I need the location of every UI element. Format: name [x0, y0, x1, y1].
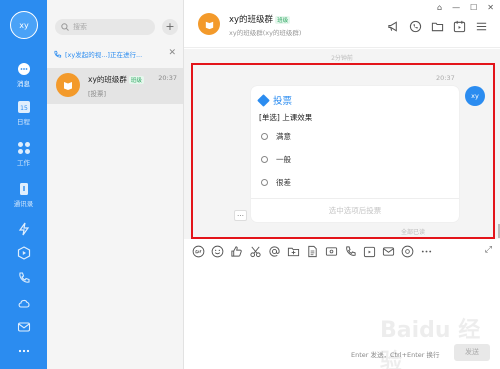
close-icon[interactable]: ✕: [168, 48, 176, 58]
vote-title: 投票: [257, 93, 292, 107]
rail-item-messages[interactable]: 消息: [0, 62, 47, 88]
vote-question: [单选] 上课效果: [259, 113, 313, 122]
rail-label-calendar: 日程: [17, 118, 30, 126]
expand-icon[interactable]: ⤢: [485, 245, 492, 255]
contacts-icon: [19, 183, 28, 195]
cloud-icon: [18, 299, 30, 308]
read-status: 全部已读: [401, 229, 426, 236]
chat-subtitle: xy的班级群(xy的班级群): [229, 29, 302, 37]
megaphone-icon[interactable]: [387, 20, 400, 33]
rail-item-mail[interactable]: [0, 320, 47, 336]
more-options-button[interactable]: …: [234, 210, 247, 221]
vote-submit-button[interactable]: 选中选项后投票: [251, 198, 459, 222]
rail-label-contacts: 通讯录: [13, 200, 34, 208]
chat-header: xy的班级群 班级 xy的班级群(xy的班级群): [184, 0, 500, 48]
chat-icon: [17, 63, 30, 75]
add-button[interactable]: +: [162, 19, 178, 35]
folder-icon[interactable]: [287, 245, 300, 258]
calendar-badge: 15: [20, 105, 28, 112]
phone-icon[interactable]: [409, 20, 422, 33]
class-tag: 班级: [128, 76, 144, 84]
conversation-list: 搜索 + [xy发起的视...]正在进行... ✕ xy的班级群 班级 20:37…: [47, 0, 184, 369]
vote-icon: [257, 93, 270, 107]
scissors-icon[interactable]: [249, 245, 262, 258]
rail-item-phone[interactable]: [0, 271, 47, 287]
rail-item-cloud[interactable]: [0, 296, 47, 312]
watermark: Baidu 经验: [380, 318, 481, 369]
meeting-banner[interactable]: [xy发起的视...]正在进行... ✕: [47, 46, 183, 62]
card-icon[interactable]: [325, 245, 338, 258]
folder-icon[interactable]: [431, 20, 444, 33]
more-icon[interactable]: [420, 245, 433, 258]
conversation-preview: [投票]: [88, 90, 107, 98]
play-icon: [17, 246, 30, 260]
mention-icon[interactable]: [268, 245, 281, 258]
emoji-icon[interactable]: [211, 245, 224, 258]
time-separator: 2分钟前: [331, 55, 353, 62]
rail-item-lightning[interactable]: [0, 222, 47, 238]
vote-card: 投票 [单选] 上课效果 满意 一般 很差 选中选项后投票: [251, 86, 459, 222]
message-time: 20:37: [436, 74, 455, 82]
gif-icon[interactable]: [192, 245, 205, 258]
group-logo: [56, 73, 80, 97]
chat-title[interactable]: xy的班级群 班级: [229, 13, 291, 25]
red-packet-icon[interactable]: [401, 245, 414, 258]
book-icon: [205, 21, 213, 29]
radio-button[interactable]: [261, 133, 268, 140]
phone-icon: [18, 272, 30, 283]
rail-item-more[interactable]: [0, 344, 47, 360]
calendar-icon: 15: [17, 101, 30, 113]
more-icon: [18, 349, 29, 353]
header-tools: [387, 20, 488, 33]
conversation-name: xy的班级群 班级: [88, 75, 144, 84]
phone-icon: [54, 50, 62, 58]
mail-icon[interactable]: [382, 245, 395, 258]
rail-label-messages: 消息: [17, 80, 30, 88]
vote-option[interactable]: 一般: [261, 154, 291, 165]
banner-text: [xy发起的视...]正在进行...: [65, 51, 143, 59]
user-avatar[interactable]: xy: [10, 11, 38, 39]
calendar-icon[interactable]: [453, 20, 466, 33]
rail-item-contacts[interactable]: 通讯录: [0, 182, 47, 208]
radio-button[interactable]: [261, 179, 268, 186]
lightning-icon: [18, 222, 29, 236]
video-icon[interactable]: [363, 245, 376, 258]
vote-option[interactable]: 很差: [261, 177, 291, 188]
sender-avatar[interactable]: xy: [465, 86, 485, 106]
conversation-item[interactable]: xy的班级群 班级 20:37 [投票]: [47, 68, 183, 104]
vote-option[interactable]: 满意: [261, 131, 291, 142]
search-placeholder: 搜索: [73, 23, 87, 31]
group-logo: [198, 13, 220, 35]
book-icon: [64, 82, 72, 90]
search-input[interactable]: 搜索: [55, 19, 155, 35]
thumbs-up-icon[interactable]: [230, 245, 243, 258]
document-icon[interactable]: [306, 245, 319, 258]
rail-item-play[interactable]: [0, 246, 47, 262]
search-icon: [61, 23, 69, 31]
left-rail: xy 消息 15 日程 工作 通讯录: [0, 0, 47, 369]
phone-icon[interactable]: [344, 245, 357, 258]
rail-item-work[interactable]: 工作: [0, 141, 47, 167]
mail-icon: [17, 322, 30, 332]
input-toolbar: [184, 241, 500, 261]
apps-icon: [17, 142, 30, 154]
menu-icon[interactable]: [475, 20, 488, 33]
class-tag: 班级: [275, 15, 291, 24]
message-area: 2分钟前 20:37 xy 投票 [单选] 上课效果 满意 一般 很差 选中选项…: [184, 49, 500, 239]
rail-item-calendar[interactable]: 15 日程: [0, 100, 47, 126]
radio-button[interactable]: [261, 156, 268, 163]
rail-label-work: 工作: [17, 159, 30, 167]
conversation-time: 20:37: [158, 74, 177, 82]
